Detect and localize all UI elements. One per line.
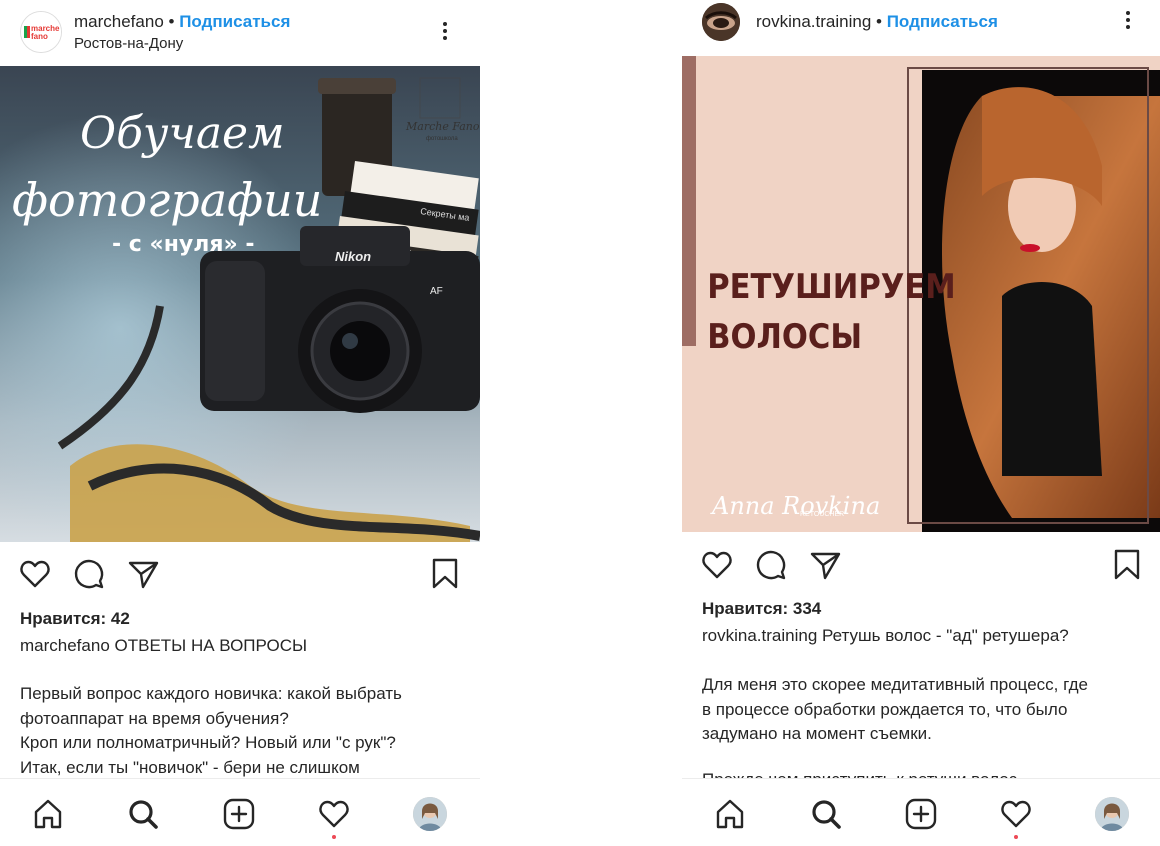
- svg-text:Marche Fano: Marche Fano: [405, 120, 480, 133]
- caption-line: задумано на момент съемки.: [702, 724, 932, 743]
- caption-line: Для меня это скорее медитативный процесс…: [702, 675, 1088, 694]
- add-icon[interactable]: [904, 797, 938, 831]
- bookmark-icon[interactable]: [428, 557, 462, 591]
- share-icon[interactable]: [126, 557, 160, 591]
- image-title-2: ВОЛОСЫ: [707, 316, 862, 356]
- post-rovkina: rovkina.training • Подписаться РЕТУШИРУЕ…: [682, 0, 1160, 846]
- post-actions: [682, 548, 1160, 588]
- comment-icon[interactable]: [754, 548, 788, 582]
- image-subtitle: - с «нуля» -: [112, 232, 254, 257]
- post-actions: [0, 557, 480, 597]
- caption-body: Первый вопрос каждого новичка: какой выб…: [20, 682, 402, 780]
- avatar[interactable]: marche fano: [20, 11, 62, 53]
- likes-count[interactable]: Нравится: 42: [20, 609, 130, 629]
- signature: Anna Rovkina: [710, 492, 880, 520]
- post-image[interactable]: Секреты ма Джон Клеменс Nikon AF Обучаем…: [0, 66, 480, 542]
- follow-button[interactable]: Подписаться: [887, 12, 998, 31]
- bottom-navigation: [0, 778, 480, 846]
- bottom-navigation: [682, 778, 1160, 846]
- svg-text:фотошкола: фотошкола: [426, 136, 458, 142]
- post-header: marche fano marchefano • Подписаться Рос…: [0, 0, 480, 62]
- svg-text:fano: fano: [31, 32, 48, 41]
- hair-retouch-photo: РЕТУШИРУЕМ ВОЛОСЫ Anna Rovkina RETOUCHER: [682, 56, 1160, 532]
- caption: rovkina.training Ретушь волос - "ад" рет…: [702, 624, 1069, 648]
- follow-button[interactable]: Подписаться: [179, 12, 290, 31]
- avatar[interactable]: [702, 3, 740, 41]
- username-line: marchefano • Подписаться: [74, 12, 290, 32]
- image-title-1: Обучаем: [80, 108, 285, 159]
- add-icon[interactable]: [222, 797, 256, 831]
- caption-line: фотоаппарат на время обучения?: [20, 708, 289, 728]
- more-options-icon[interactable]: [442, 22, 448, 44]
- location[interactable]: Ростов-на-Дону: [74, 35, 183, 52]
- heart-icon[interactable]: [18, 557, 52, 591]
- notification-dot: [332, 835, 336, 839]
- marchefano-logo: marche fano: [21, 12, 61, 52]
- username[interactable]: rovkina.training: [756, 12, 871, 31]
- username[interactable]: marchefano: [74, 12, 164, 31]
- image-title-1: РЕТУШИРУЕМ: [707, 266, 955, 306]
- image-title-2: фотографии: [12, 173, 322, 227]
- svg-text:Nikon: Nikon: [335, 249, 371, 264]
- search-icon[interactable]: [126, 797, 160, 831]
- more-options-icon[interactable]: [1125, 11, 1131, 33]
- notification-dot: [1014, 835, 1018, 839]
- camera-photo: Секреты ма Джон Клеменс Nikon AF Обучаем…: [0, 66, 480, 542]
- post-image[interactable]: РЕТУШИРУЕМ ВОЛОСЫ Anna Rovkina RETOUCHER: [682, 56, 1160, 532]
- caption-line: Кроп или полноматричный? Новый или "с ру…: [20, 733, 396, 752]
- caption-line: Первый вопрос каждого новичка: какой выб…: [20, 684, 402, 703]
- profile-avatar[interactable]: [413, 797, 447, 831]
- post-header: rovkina.training • Подписаться: [682, 0, 1160, 62]
- profile-avatar[interactable]: [1095, 797, 1129, 831]
- caption-line: Итак, если ты "новичок" - бери не слишко…: [20, 757, 360, 777]
- caption-username[interactable]: marchefano: [20, 636, 110, 655]
- caption: marchefano ОТВЕТЫ НА ВОПРОСЫ: [20, 634, 307, 658]
- heart-icon[interactable]: [700, 548, 734, 582]
- svg-text:RETOUCHER: RETOUCHER: [800, 511, 844, 518]
- caption-text: ОТВЕТЫ НА ВОПРОСЫ: [114, 636, 308, 655]
- comment-icon[interactable]: [72, 557, 106, 591]
- home-icon[interactable]: [713, 797, 747, 831]
- caption-username[interactable]: rovkina.training: [702, 626, 817, 645]
- svg-text:AF: AF: [430, 286, 443, 297]
- likes-count[interactable]: Нравится: 334: [702, 599, 821, 619]
- caption-text: Ретушь волос - "ад" ретушера?: [822, 626, 1069, 645]
- separator: •: [876, 12, 882, 31]
- caption-line: в процессе обработки рождается то, что б…: [702, 699, 1068, 719]
- activity-icon[interactable]: [999, 797, 1033, 831]
- username-line: rovkina.training • Подписаться: [756, 12, 998, 32]
- search-icon[interactable]: [809, 797, 843, 831]
- post-marchefano: marche fano marchefano • Подписаться Рос…: [0, 0, 480, 846]
- home-icon[interactable]: [31, 797, 65, 831]
- caption-body: Для меня это скорее медитативный процесс…: [702, 673, 1088, 747]
- share-icon[interactable]: [808, 548, 842, 582]
- bookmark-icon[interactable]: [1110, 548, 1144, 582]
- activity-icon[interactable]: [317, 797, 351, 831]
- separator: •: [168, 12, 175, 31]
